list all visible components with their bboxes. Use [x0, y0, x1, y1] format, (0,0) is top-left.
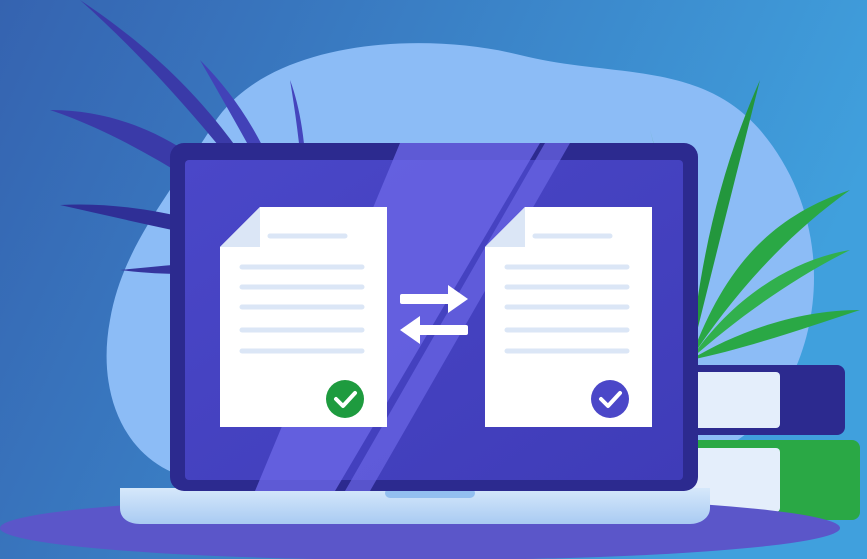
illustration-scene [0, 0, 867, 559]
left-document [220, 207, 387, 427]
check-circle-icon [591, 380, 629, 418]
right-document [485, 207, 652, 427]
laptop-document-sync-illustration [0, 0, 867, 559]
check-circle-icon [326, 380, 364, 418]
